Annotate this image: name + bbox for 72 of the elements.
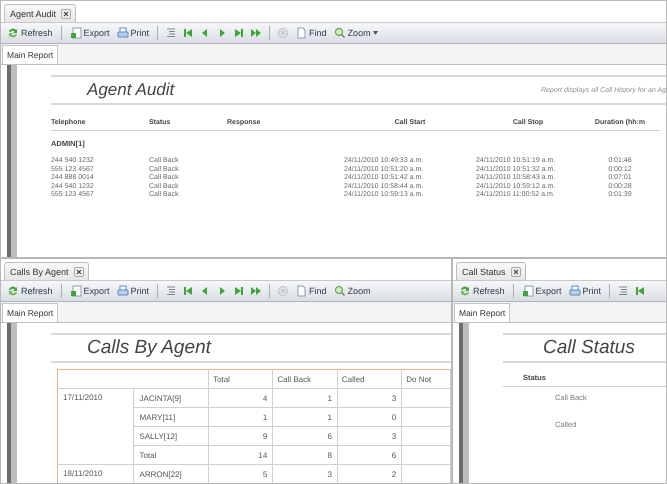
close-icon[interactable]	[61, 8, 72, 18]
date-cell: 18/11/2010	[58, 464, 134, 483]
table-cell: 1	[208, 408, 273, 426]
export-icon	[70, 27, 82, 39]
fast-forward-icon	[250, 27, 262, 39]
export-button[interactable]: Export	[68, 282, 112, 300]
table-cell: 14	[208, 446, 273, 464]
export-button[interactable]: Export	[68, 24, 112, 42]
table-cell: 4	[208, 388, 273, 408]
zoom-button[interactable]: Zoom	[332, 24, 380, 42]
refresh-icon	[459, 285, 471, 297]
last-page-icon	[233, 285, 246, 297]
table-cell: 3	[337, 388, 402, 408]
document-icon	[295, 27, 308, 39]
column-header: Total	[208, 370, 273, 388]
document-icon	[295, 285, 308, 297]
table-cell: 8	[272, 446, 338, 464]
table-cell: 6	[272, 426, 338, 446]
last-page-icon	[233, 27, 246, 39]
agent-cell: SALLY[12]	[134, 426, 209, 446]
refresh-icon	[7, 27, 19, 39]
stop-icon	[277, 285, 290, 297]
first-page-icon	[182, 285, 194, 297]
agent-cell: JACINTA[9]	[134, 388, 209, 408]
printer-icon	[116, 27, 129, 39]
date-cell: 17/11/2010	[58, 388, 134, 464]
refresh-button[interactable]: Refresh	[457, 282, 507, 300]
stop-icon	[277, 27, 290, 39]
column-header: Called	[337, 370, 402, 388]
print-button[interactable]: Print	[566, 282, 604, 300]
export-button[interactable]: Export	[520, 282, 564, 300]
document-tab[interactable]: Calls By Agent	[4, 262, 89, 280]
first-page-icon	[634, 285, 646, 297]
report-tab[interactable]: Main Report	[2, 45, 58, 64]
print-button[interactable]: Print	[114, 24, 152, 42]
table-cell: 9	[208, 426, 273, 446]
refresh-button[interactable]: Refresh	[5, 282, 55, 300]
find-button[interactable]: Find	[293, 24, 329, 42]
document-tab[interactable]: Call Status	[456, 262, 526, 280]
table-cell: 1	[272, 408, 338, 426]
list-icon	[617, 285, 630, 297]
magnifier-icon	[334, 285, 346, 297]
print-button[interactable]: Print	[114, 282, 152, 300]
magnifier-icon	[334, 27, 346, 39]
refresh-button[interactable]: Refresh	[5, 24, 55, 42]
printer-icon	[568, 285, 581, 297]
column-header: Do Not	[402, 370, 450, 388]
refresh-icon	[7, 285, 19, 297]
column-header: Call Back	[272, 370, 338, 388]
printer-icon	[116, 285, 129, 297]
report-tab[interactable]: Main Report	[2, 303, 58, 322]
close-icon[interactable]	[510, 266, 521, 276]
agent-cell: MARY[11]	[134, 408, 209, 426]
fast-forward-icon	[250, 285, 262, 297]
report-tab[interactable]: Main Report	[454, 303, 510, 322]
report-title: Calls By Agent	[87, 337, 211, 359]
find-button[interactable]: Find	[293, 282, 329, 300]
list-icon	[165, 27, 178, 39]
export-icon	[70, 285, 82, 297]
document-tab[interactable]: Agent Audit	[4, 4, 76, 22]
report-title: Call Status	[543, 337, 635, 359]
first-page-icon	[182, 27, 194, 39]
table-cell: 6	[337, 446, 402, 464]
report-title: Agent Audit	[87, 80, 174, 100]
list-icon	[165, 285, 178, 297]
table-cell: 0	[337, 408, 402, 426]
agent-cell: Total	[134, 446, 209, 464]
zoom-button[interactable]: Zoom	[332, 282, 373, 300]
export-icon	[522, 285, 534, 297]
close-icon[interactable]	[74, 266, 84, 276]
table-cell: 3	[337, 426, 402, 446]
table-cell: 1	[272, 388, 338, 408]
